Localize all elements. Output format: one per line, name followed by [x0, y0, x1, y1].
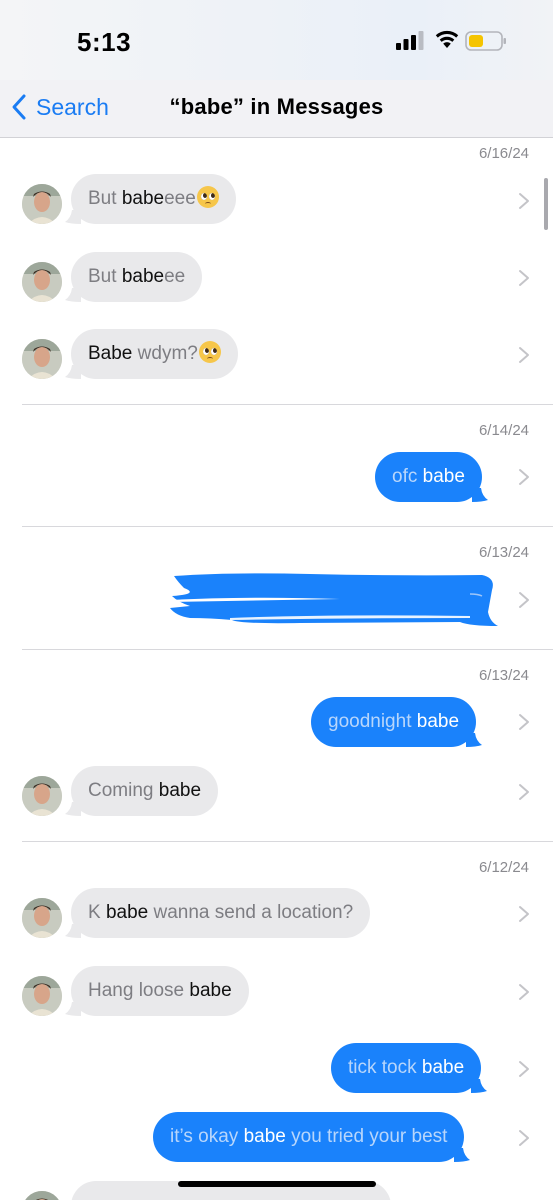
cellular-signal-icon — [396, 31, 424, 50]
avatar — [22, 776, 62, 816]
chevron-right-icon[interactable] — [518, 591, 530, 609]
avatar — [22, 262, 62, 302]
divider — [22, 526, 553, 527]
pleading-face-emoji — [198, 341, 221, 363]
date-label: 6/16/24 — [478, 145, 529, 162]
message-bubble: Hang loose babe — [65, 966, 249, 1016]
chevron-right-icon[interactable] — [518, 905, 530, 923]
message-bubble: ofc babe — [375, 452, 488, 502]
redacted-message-bubble — [170, 573, 498, 626]
chevron-right-icon[interactable] — [518, 1060, 530, 1078]
wifi-icon — [435, 30, 459, 48]
chevron-left-icon — [12, 94, 26, 120]
search-results-list[interactable]: 6/16/24 But babeeee But babeee Babe wdym… — [0, 138, 553, 1200]
message-bubble: tick tock babe — [331, 1043, 488, 1093]
avatar — [22, 184, 62, 224]
message-bubble: K babe wanna send a location? — [65, 888, 371, 938]
navigation-bar: Search “babe” in Messages — [0, 80, 553, 138]
divider — [22, 649, 553, 650]
avatar — [22, 339, 62, 379]
message-bubble: But babeeee — [65, 174, 236, 224]
chevron-right-icon[interactable] — [518, 983, 530, 1001]
scrollbar[interactable] — [544, 178, 548, 230]
chevron-right-icon[interactable] — [518, 468, 530, 486]
home-indicator[interactable] — [178, 1181, 376, 1187]
status-time: 5:13 — [77, 27, 132, 57]
divider — [22, 841, 553, 842]
message-bubble: Babe wdym? — [65, 329, 238, 379]
avatar — [22, 1191, 62, 1200]
chevron-right-icon[interactable] — [518, 713, 530, 731]
back-button[interactable]: Search — [10, 92, 109, 122]
date-label: 6/14/24 — [478, 422, 529, 439]
date-label: 6/13/24 — [478, 544, 529, 561]
chevron-right-icon[interactable] — [518, 269, 530, 287]
back-label: Search — [36, 93, 109, 120]
chevron-right-icon[interactable] — [518, 192, 530, 210]
divider — [22, 404, 553, 405]
message-bubble: it’s okay babe you tried your best — [153, 1112, 471, 1162]
message-bubble: goodnight babe — [311, 697, 483, 747]
chevron-right-icon[interactable] — [518, 1129, 530, 1147]
avatar — [22, 976, 62, 1016]
message-bubble: Coming babe — [65, 766, 219, 816]
battery-low-icon — [465, 31, 506, 51]
pleading-face-emoji — [196, 186, 219, 208]
message-bubble: But babeee — [65, 252, 203, 302]
date-label: 6/13/24 — [478, 667, 529, 684]
avatar — [22, 898, 62, 938]
chevron-right-icon[interactable] — [518, 346, 530, 364]
chevron-right-icon[interactable] — [518, 783, 530, 801]
status-bar: 5:13 — [0, 0, 553, 80]
date-label: 6/12/24 — [478, 859, 529, 876]
